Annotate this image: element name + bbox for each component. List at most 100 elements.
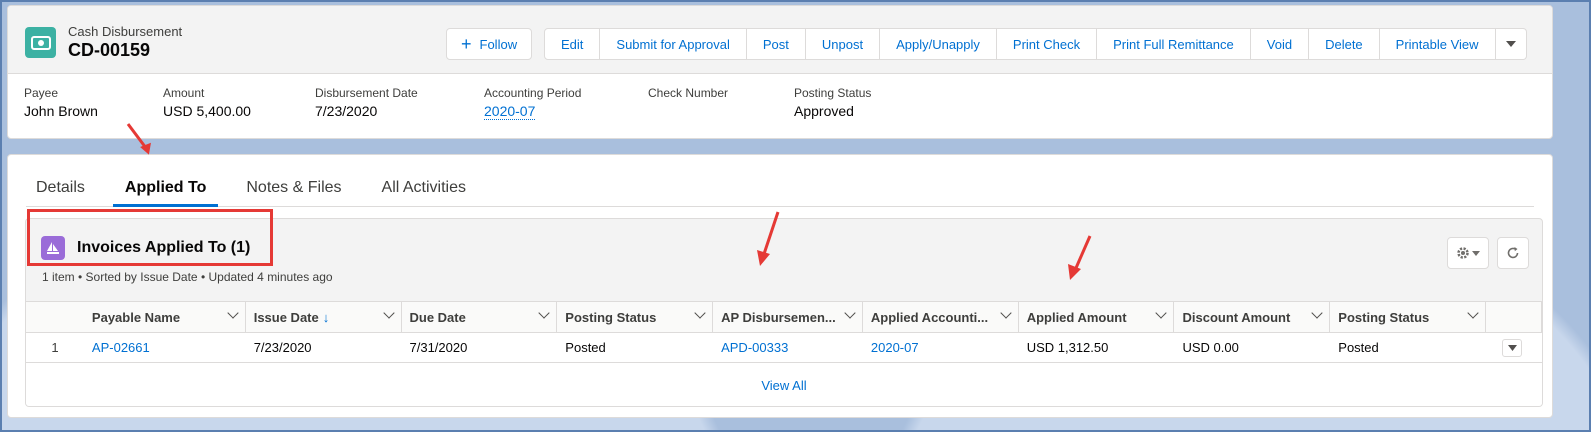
record-header: Cash Disbursement CD-00159 + Follow Edit… [7, 5, 1553, 139]
column-header-due-date[interactable]: Due Date [402, 302, 558, 332]
print-full-remittance-button[interactable]: Print Full Remittance [1097, 28, 1251, 60]
list-settings-button[interactable] [1447, 237, 1489, 269]
chevron-down-icon [1472, 250, 1480, 256]
delete-button[interactable]: Delete [1309, 28, 1380, 60]
column-header-label: Applied Amount [1026, 309, 1127, 325]
ap-disbursement-link[interactable]: APD-00333 [721, 340, 788, 355]
column-header-label: Posting Status [565, 309, 657, 325]
payable-name-link[interactable]: AP-02661 [92, 340, 150, 355]
payee-label: Payee [24, 86, 59, 100]
print-check-button[interactable]: Print Check [996, 28, 1098, 60]
chevron-down-icon[interactable] [1000, 307, 1012, 319]
chevron-down-icon[interactable] [1311, 307, 1323, 319]
related-list-subtitle: 1 item • Sorted by Issue Date • Updated … [42, 270, 333, 284]
chevron-down-icon[interactable] [538, 307, 550, 319]
table-row: 1 AP-02661 7/23/2020 7/31/2020 Posted AP… [26, 333, 1542, 363]
due-date-cell: 7/31/2020 [409, 340, 468, 355]
more-actions-button[interactable] [1495, 28, 1527, 60]
action-button-group: Edit Submit for Approval Post Unpost App… [544, 28, 1527, 60]
issue-date-cell: 7/23/2020 [253, 340, 312, 355]
chevron-down-icon[interactable] [844, 307, 856, 319]
amount-field: Amount USD 5,400.00 [163, 86, 251, 119]
tab-bar: Details Applied To Notes & Files All Act… [26, 168, 1534, 207]
column-header-applied-accounting-period[interactable]: Applied Accounti... [863, 302, 1019, 332]
row-action-button[interactable] [1502, 338, 1523, 357]
view-all-link[interactable]: View All [761, 378, 806, 393]
posting-status-label: Posting Status [794, 86, 872, 100]
accounting-period-label: Accounting Period [484, 86, 582, 100]
annotation-highlight-box [27, 209, 273, 266]
column-header-payable-name[interactable]: Payable Name [84, 302, 246, 332]
related-list-table: Payable Name Issue Date ↓ Due Date Postin… [26, 301, 1542, 406]
apply-unapply-button[interactable]: Apply/Unapply [880, 28, 997, 60]
column-header-posting-status-2[interactable]: Posting Status [1330, 302, 1487, 332]
discount-amount-cell: USD 0.00 [1182, 340, 1239, 355]
posting-status-2-cell: Posted [1338, 340, 1379, 355]
payee-field: Payee John Brown [24, 86, 98, 119]
chevron-down-icon[interactable] [694, 307, 706, 319]
tab-all-activities[interactable]: All Activities [370, 168, 478, 207]
unpost-button[interactable]: Unpost [805, 28, 881, 60]
chevron-down-icon [1505, 41, 1516, 47]
printable-view-button[interactable]: Printable View [1379, 28, 1496, 60]
object-type-label: Cash Disbursement [68, 24, 183, 39]
tab-applied-to[interactable]: Applied To [112, 168, 219, 207]
accounting-period-link[interactable]: 2020-07 [484, 103, 536, 120]
amount-label: Amount [163, 86, 205, 100]
column-header-discount-amount[interactable]: Discount Amount [1174, 302, 1331, 332]
chevron-down-icon[interactable] [227, 307, 239, 319]
tab-details[interactable]: Details [26, 168, 97, 207]
disbursement-date-value: 7/23/2020 [315, 103, 378, 119]
disbursement-date-field: Disbursement Date 7/23/2020 [315, 86, 418, 119]
column-header-ap-disbursement[interactable]: AP Disbursemen... [713, 302, 863, 332]
column-header-applied-amount[interactable]: Applied Amount [1019, 302, 1175, 332]
amount-value: USD 5,400.00 [163, 103, 251, 119]
highlights-panel: Payee John Brown Amount USD 5,400.00 Dis… [8, 86, 1552, 136]
column-header-label: Applied Accounti... [870, 309, 989, 325]
posting-status-value: Approved [794, 103, 854, 119]
edit-button[interactable]: Edit [544, 28, 601, 60]
disbursement-date-label: Disbursement Date [315, 86, 418, 100]
column-header-posting-status[interactable]: Posting Status [557, 302, 714, 332]
follow-button[interactable]: + Follow [446, 28, 533, 60]
column-header-label: Issue Date [253, 309, 319, 325]
check-number-field: Check Number [648, 86, 728, 103]
submit-for-approval-button[interactable]: Submit for Approval [600, 28, 747, 60]
row-number: 1 [51, 340, 59, 355]
payee-value: John Brown [24, 103, 98, 119]
column-header-label: Posting Status [1338, 309, 1430, 325]
row-number-header [26, 302, 84, 332]
chevron-down-icon[interactable] [1467, 307, 1479, 319]
column-header-label: Discount Amount [1182, 309, 1291, 325]
follow-label: Follow [479, 36, 518, 52]
plus-icon: + [461, 34, 472, 54]
row-action-header [1486, 302, 1542, 332]
applied-amount-cell: USD 1,312.50 [1026, 340, 1109, 355]
view-all-row: View All [26, 363, 1542, 406]
chevron-down-icon [1507, 344, 1517, 351]
row-action-cell [1486, 333, 1542, 362]
posting-status-field: Posting Status Approved [794, 86, 871, 119]
column-header-issue-date[interactable]: Issue Date ↓ [246, 302, 402, 332]
sort-arrow-icon: ↓ [322, 309, 330, 325]
column-header-label: Payable Name [91, 309, 181, 325]
record-name: CD-00159 [68, 40, 151, 60]
check-number-label: Check Number [648, 86, 729, 100]
applied-period-link[interactable]: 2020-07 [871, 340, 919, 355]
header-top: Cash Disbursement CD-00159 + Follow Edit… [8, 6, 1552, 74]
tab-notes-files[interactable]: Notes & Files [234, 168, 353, 207]
accounting-period-field: Accounting Period 2020-07 [484, 86, 582, 120]
money-icon [25, 27, 56, 58]
column-header-label: Due Date [409, 309, 466, 325]
table-header-row: Payable Name Issue Date ↓ Due Date Postin… [26, 301, 1542, 333]
gear-icon [1457, 247, 1469, 259]
post-button[interactable]: Post [746, 28, 806, 60]
posting-status-cell: Posted [565, 340, 606, 355]
refresh-icon [1507, 247, 1519, 259]
follow-group: + Follow [446, 28, 533, 60]
chevron-down-icon[interactable] [382, 307, 395, 319]
chevron-down-icon[interactable] [1155, 307, 1168, 319]
void-button[interactable]: Void [1250, 28, 1310, 60]
refresh-button[interactable] [1497, 237, 1529, 269]
main-card: Details Applied To Notes & Files All Act… [7, 154, 1553, 418]
